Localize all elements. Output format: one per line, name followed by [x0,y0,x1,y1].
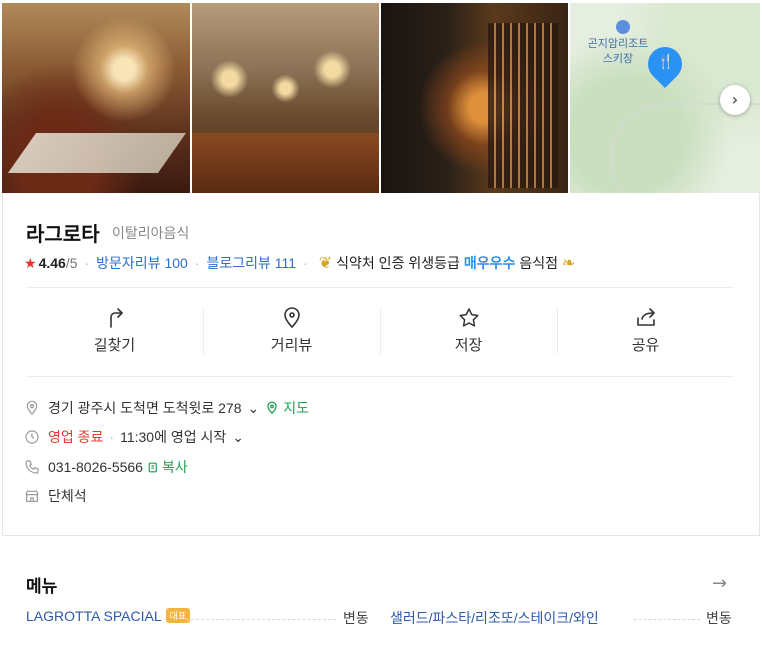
photo-wine-rack[interactable] [381,3,568,193]
menu-item-price: 변동 [343,610,369,626]
phone-number[interactable]: 031-8026-5566 [48,459,143,475]
rating-row: ★ 4.46 /5 · 방문자리뷰 100 · 블로그리뷰 111 · ❦ 식약… [24,253,576,273]
place-name: 라그로타 [26,224,100,246]
laurel-left-icon: ❦ [318,255,333,272]
share-label: 공유 [631,337,660,354]
address-text: 경기 광주시 도척면 도척윗로 278 [48,400,242,416]
save-label: 저장 [454,337,483,354]
menu-title: 메뉴 [26,577,58,596]
chevron-right-icon[interactable]: › [720,85,750,115]
menu-item-name: 샐러드/파스타/리조또/스테이크/와인 [390,610,599,626]
business-status: 영업 종료 [48,429,104,445]
share-icon [636,308,655,326]
photo-dining-room[interactable] [2,3,190,193]
save-button[interactable]: 저장 [380,306,557,356]
menu-item-1[interactable]: LAGROTTA SPACIAL 대표 [26,608,191,624]
laurel-right-icon: ❧ [562,255,576,272]
directions-label: 길찾기 [93,337,136,354]
place-category: 이탈리아음식 [112,225,190,241]
visitor-reviews-link[interactable]: 방문자리뷰 100 [96,253,188,273]
representative-badge: 대표 [165,608,191,623]
building-icon [25,490,39,502]
share-button[interactable]: 공유 [557,306,734,356]
map-link[interactable]: 지도 [283,398,309,418]
directions-button[interactable]: 길찾기 [26,306,203,356]
map-thumbnail[interactable]: 곤지암리조트 스키장 🍴 › [570,3,760,193]
street-view-button[interactable]: 거리뷰 [203,306,380,356]
phone-icon [25,460,39,474]
rating-score: 4.46 [38,255,66,271]
blog-reviews-link[interactable]: 블로그리뷰 111 [207,253,297,273]
arrow-right-icon[interactable]: → [712,573,727,594]
menu-item-name: LAGROTTA SPACIAL [26,608,162,624]
phone-row: 031-8026-5566 복사 [24,457,188,477]
star-icon: ★ [24,254,37,271]
menu-item-price: 변동 [706,610,732,626]
opening-hours: 11:30에 영업 시작 [120,429,227,445]
photo-strip: 곤지암리조트 스키장 🍴 › [2,3,760,193]
address-row: 경기 광주시 도척면 도척윗로 278 ⌄ 지도 [24,398,309,418]
hygiene-cert-prefix: 식약처 인증 위생등급 [336,255,460,271]
place-card [2,193,760,536]
hours-chevron-down-icon[interactable]: ⌄ [232,429,244,446]
hygiene-grade: 매우우수 [463,255,516,271]
location-pin-icon [283,307,300,329]
copy-icon [148,462,157,472]
hygiene-cert-suffix: 음식점 [519,255,559,271]
facility-text: 단체석 [48,488,87,504]
rating-max: /5 [65,255,78,271]
street-view-label: 거리뷰 [270,337,313,354]
photo-wine-cellar-hall[interactable] [192,3,379,193]
menu-item-2[interactable]: 샐러드/파스타/리조또/스테이크/와인 [390,608,599,628]
hours-row: 영업 종료 · 11:30에 영업 시작 ⌄ [24,427,244,447]
clock-icon [25,430,39,444]
copy-button[interactable]: 복사 [162,457,188,477]
star-outline-icon [458,308,479,327]
chevron-down-icon[interactable]: ⌄ [247,400,259,417]
map-poi-label: 곤지암리조트 스키장 [587,38,649,65]
directions-icon [109,308,123,328]
location-icon [26,400,38,415]
action-bar: 길찾기 거리뷰 저장 공유 [26,306,734,356]
fork-knife-icon: 🍴 [657,54,675,70]
ski-resort-icon [616,20,630,34]
facility-row: 단체석 [24,486,87,506]
map-pin-icon [267,401,277,415]
